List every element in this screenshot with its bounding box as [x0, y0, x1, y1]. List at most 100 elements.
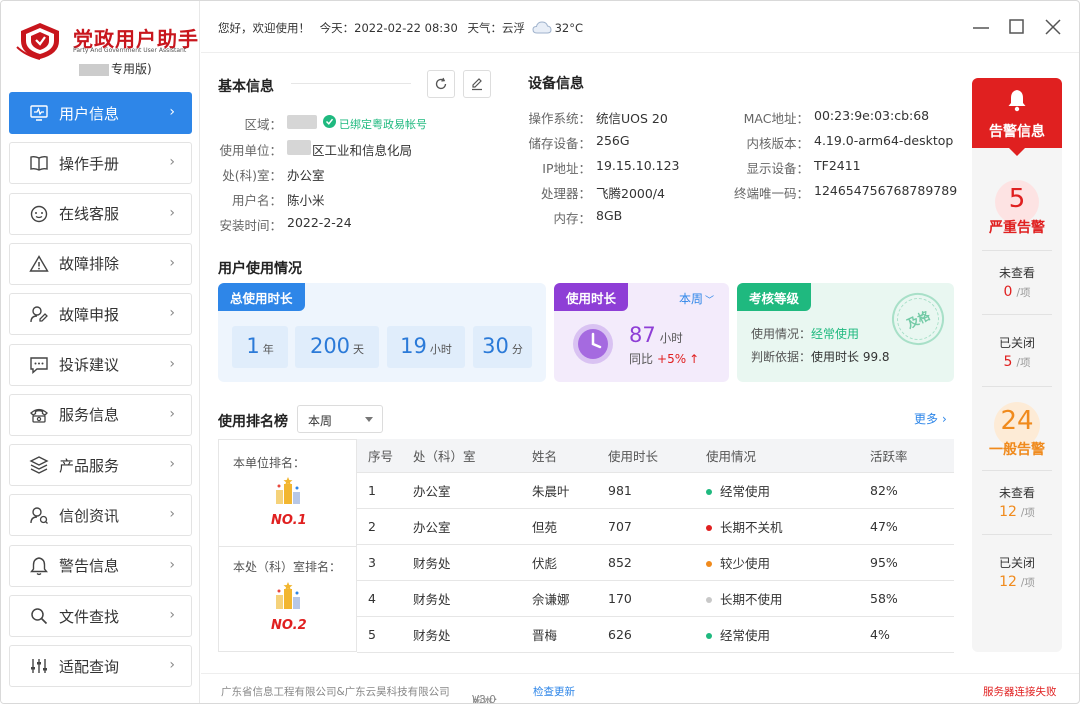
column-header: 使用时长 — [597, 439, 695, 473]
sidebar-item-label: 投诉建议 — [59, 356, 120, 374]
chevron-right-icon: › — [942, 412, 947, 426]
usage-title: 用户使用情况 — [218, 261, 302, 277]
ranking-period-select[interactable]: 本周 — [297, 405, 383, 433]
alert-header: 告警信息 — [972, 78, 1062, 148]
cell-name: 伏彪 — [521, 544, 597, 581]
greeting-line: 您好，欢迎使用！ 今天：2022-02-22 08:30 天气：云浮 32°C — [218, 20, 583, 37]
chevron-right-icon: › — [169, 456, 175, 473]
cell-rate: 4% — [859, 616, 954, 653]
cell-hours: 852 — [597, 544, 695, 581]
cell-name: 但苑 — [521, 508, 597, 545]
sidebar-item-10[interactable]: 警告信息 › — [9, 544, 192, 587]
unit-rank-label: 本单位排名： — [233, 456, 306, 470]
device-value: 124654756768789789 — [814, 183, 958, 198]
weather-city: 云浮 — [501, 21, 525, 35]
check-update-link[interactable]: 检查更新 — [533, 684, 575, 699]
sidebar-item-7[interactable]: 服务信息 › — [9, 393, 192, 436]
chevron-right-icon: › — [169, 355, 175, 372]
cell-hours: 981 — [597, 472, 695, 509]
severe-closed[interactable]: 5/项 — [972, 354, 1062, 370]
server-status: 服务器连接失败 — [983, 686, 1057, 698]
sidebar-item-5[interactable]: 故障申报 › — [9, 293, 192, 336]
status-dot — [706, 633, 712, 639]
grade-tag: 考核等级 — [737, 283, 812, 311]
comment-icon — [28, 354, 50, 376]
cell-office: 办公室 — [402, 472, 521, 509]
normal-unread[interactable]: 12/项 — [972, 504, 1062, 520]
sidebar-item-label: 操作手册 — [59, 154, 120, 173]
cell-hours: 707 — [597, 508, 695, 545]
sidebar: 党政用户助手 Party And Government User Assista… — [1, 1, 200, 703]
sidebar-item-2[interactable]: 操作手册 › — [9, 142, 192, 185]
edit-icon — [472, 78, 482, 91]
cell-rate: 58% — [859, 580, 954, 617]
device-info-title: 设备信息 — [528, 76, 584, 92]
refresh-icon — [435, 77, 447, 90]
sidebar-item-8[interactable]: 产品服务 › — [9, 444, 192, 487]
app-edition: 专用版) — [79, 60, 152, 77]
minimize-button[interactable] — [971, 17, 991, 37]
top-bar: 您好，欢迎使用！ 今天：2022-02-22 08:30 天气：云浮 32°C — [201, 1, 1079, 53]
sidebar-item-label: 用户信息 — [59, 104, 120, 123]
grade-card: 考核等级 及格 使用情况：经常使用 判断依据：使用时长 99.8 — [737, 283, 954, 382]
table-row[interactable]: 5 财务处 晋梅 626 经常使用 4% — [357, 616, 954, 653]
footer: 广东省信息工程有限公司&广东云昊科技有限公司 版本： V3.0 检查更新 服务器连… — [201, 673, 1079, 703]
table-row[interactable]: 4 财务处 佘谦娜 170 长期不使用 58% — [357, 580, 954, 617]
pointer — [1009, 148, 1025, 156]
status-dot — [706, 525, 712, 531]
sidebar-item-1[interactable]: 用户信息 › — [9, 92, 192, 134]
device-value: 256G — [596, 133, 630, 148]
sidebar-item-3[interactable]: 在线客服 › — [9, 192, 192, 235]
sidebar-item-4[interactable]: 故障排除 › — [9, 242, 192, 285]
clock-icon — [572, 323, 614, 369]
cell-rate: 82% — [859, 472, 954, 509]
rank-summary: 本单位排名： NO.1 本处（科）室排名： NO.2 — [218, 439, 357, 652]
more-link[interactable]: 更多 › — [914, 410, 947, 427]
phone-icon — [28, 404, 50, 426]
divider — [982, 250, 1052, 251]
report-icon — [28, 303, 50, 325]
device-value: 8GB — [596, 208, 623, 223]
alert-panel: 告警信息 5 严重告警 未查看 0/项 已关闭 5/项 24 一般告警 未查看 … — [972, 78, 1062, 652]
trophy-icon — [272, 581, 304, 619]
unit-value: 区工业和信息化局 — [312, 143, 413, 158]
period-dropdown[interactable]: 本周 ﹀ — [679, 290, 714, 307]
chevron-right-icon: › — [169, 154, 175, 171]
check-icon — [323, 115, 336, 128]
alert-title: 告警信息 — [989, 124, 1045, 140]
cell-status: 经常使用 — [695, 472, 859, 509]
normal-closed[interactable]: 12/项 — [972, 574, 1062, 590]
cell-office: 财务处 — [402, 616, 521, 653]
table-row[interactable]: 1 办公室 朱晨叶 981 经常使用 82% — [357, 472, 954, 509]
normal-count: 24 — [1000, 406, 1034, 436]
severe-unread[interactable]: 0/项 — [972, 284, 1062, 300]
refresh-button[interactable] — [427, 70, 455, 98]
caret-down-icon — [365, 417, 373, 422]
close-button[interactable] — [1043, 17, 1063, 37]
chevron-right-icon: › — [169, 556, 175, 573]
table-row[interactable]: 2 办公室 但苑 707 长期不关机 47% — [357, 508, 954, 545]
severe-closed-label: 已关闭 — [998, 336, 1035, 350]
office-rank-value: NO.2 — [271, 618, 307, 633]
table-row[interactable]: 3 财务处 伏彪 852 较少使用 95% — [357, 544, 954, 581]
cell-no: 4 — [357, 580, 402, 617]
edit-button[interactable] — [463, 70, 491, 98]
sidebar-item-11[interactable]: 文件查找 › — [9, 595, 192, 637]
chevron-right-icon: › — [169, 204, 175, 221]
device-value: TF2411 — [814, 158, 861, 173]
chevron-down-icon: ﹀ — [705, 296, 715, 306]
chevron-right-icon: › — [169, 657, 175, 674]
sidebar-item-12[interactable]: 适配查询 › — [9, 645, 192, 688]
cell-status: 较少使用 — [695, 544, 859, 581]
device-label: 显示设备： — [746, 161, 809, 176]
device-label: IP地址： — [542, 161, 591, 176]
maximize-button[interactable] — [1007, 17, 1027, 37]
sidebar-item-6[interactable]: 投诉建议 › — [9, 343, 192, 386]
weekly-usage-tag: 使用时长 — [554, 283, 629, 311]
sidebar-item-label: 故障申报 — [59, 305, 120, 324]
status-dot — [706, 489, 712, 495]
cell-rate: 47% — [859, 508, 954, 545]
device-label: 处理器： — [540, 186, 591, 201]
sidebar-item-9[interactable]: 信创资讯 › — [9, 494, 192, 537]
device-value: 4.19.0-arm64-desktop — [814, 133, 954, 148]
